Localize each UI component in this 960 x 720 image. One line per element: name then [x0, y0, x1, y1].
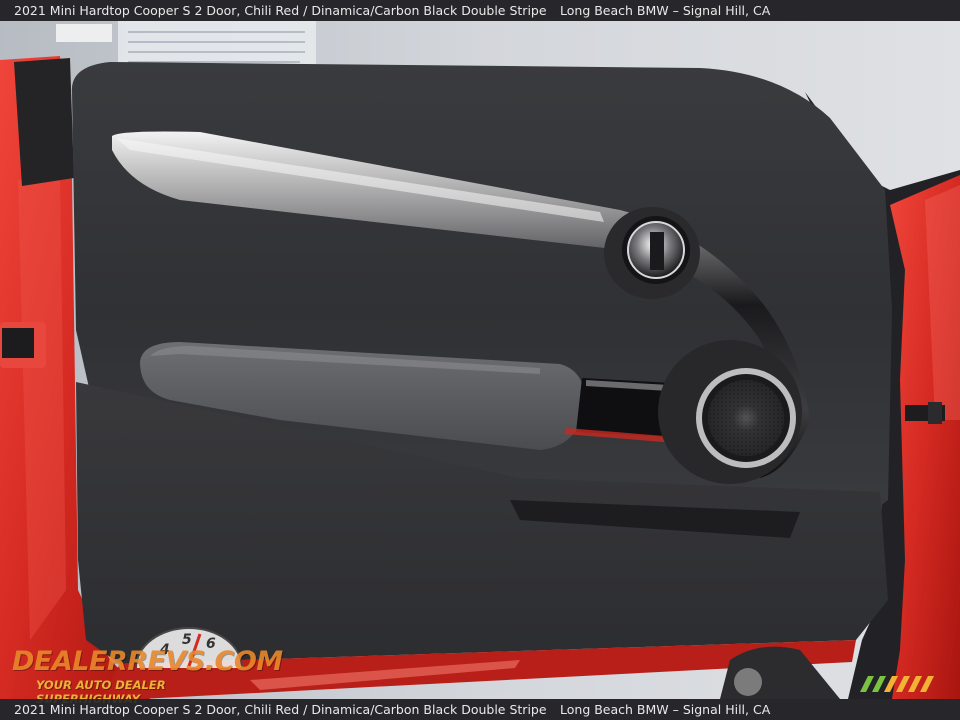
dealer-badge-icon — [860, 676, 934, 692]
dealer-caption-bottom: Long Beach BMW – Signal Hill, CA — [560, 702, 771, 717]
vehicle-caption-bottom: 2021 Mini Hardtop Cooper S 2 Door, Chili… — [14, 702, 547, 717]
door-panel-photo — [0, 21, 960, 699]
vehicle-caption: 2021 Mini Hardtop Cooper S 2 Door, Chili… — [14, 3, 547, 18]
door-lock-knob-icon — [604, 207, 700, 299]
dealer-caption: Long Beach BMW – Signal Hill, CA — [560, 3, 771, 18]
speaker-grille-icon — [658, 340, 802, 484]
dealerrevs-logo-text: DEALERREVS.COM — [12, 646, 283, 677]
bottom-caption-bar: 2021 Mini Hardtop Cooper S 2 Door, Chili… — [0, 699, 960, 720]
dealerrevs-watermark: 4 5 6 DEALERREVS.COM YOUR AUTO DEALER SU… — [8, 622, 283, 706]
top-caption-bar: 2021 Mini Hardtop Cooper S 2 Door, Chili… — [0, 0, 960, 21]
